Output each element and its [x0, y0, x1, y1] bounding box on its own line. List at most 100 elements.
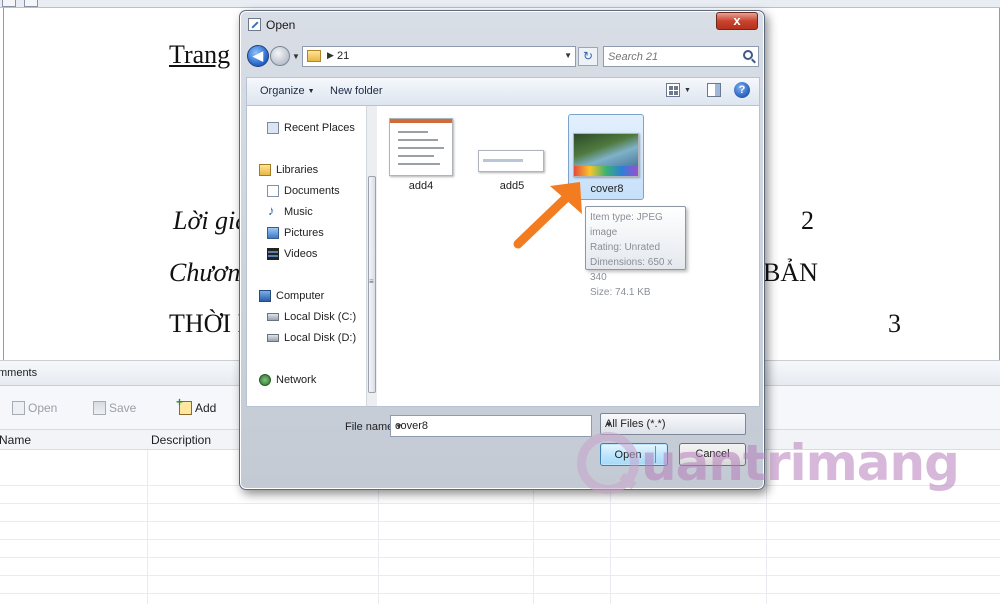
toolbar-icon[interactable] — [24, 0, 38, 7]
help-icon[interactable]: ? — [734, 82, 750, 98]
nav-item-label: Pictures — [284, 227, 324, 239]
watermark-text: uantrimang — [641, 434, 960, 492]
nav-item-label: Videos — [284, 248, 318, 260]
nav-item-documents[interactable]: Documents — [267, 183, 340, 199]
add-attachment-button[interactable]: Add — [176, 395, 217, 417]
nav-item-network[interactable]: Network — [259, 372, 316, 388]
breadcrumb-current-folder[interactable]: 21 — [337, 50, 349, 62]
document-icon — [12, 401, 25, 415]
watermark-q-icon — [577, 432, 639, 494]
toolbar-icon[interactable] — [2, 0, 16, 7]
open-dialog-icon — [248, 18, 261, 31]
network-icon — [259, 374, 271, 386]
scrollbar-thumb[interactable] — [368, 176, 376, 393]
organize-label: Organize — [260, 85, 305, 97]
search-box[interactable] — [603, 46, 759, 67]
table-row[interactable] — [0, 504, 1000, 522]
nav-item-label: Libraries — [276, 164, 319, 176]
nav-item-label: Recent Places — [284, 122, 355, 134]
file-thumbnail — [389, 118, 453, 176]
save-attachment-button[interactable]: Save — [93, 399, 136, 417]
add-attachment-label: Add — [195, 401, 217, 415]
tooltip-dimensions: Dimensions: 650 x 340 — [590, 257, 673, 283]
column-header-name[interactable]: Name — [0, 433, 31, 447]
close-button[interactable]: x — [716, 12, 758, 30]
nav-item-music[interactable]: Music — [267, 203, 313, 220]
file-thumbnail — [573, 133, 639, 177]
nav-item-label: Music — [284, 206, 313, 218]
nav-item-label: Computer — [276, 290, 325, 302]
file-list: add4 add5 cover8 — [377, 105, 760, 407]
address-bar[interactable]: ▶ 21 ▼ — [302, 46, 576, 67]
back-button[interactable]: ◀ — [247, 45, 269, 67]
dialog-title: Open — [266, 18, 296, 32]
page-margin-line — [3, 8, 4, 360]
document-top-bar — [0, 0, 1000, 8]
search-icon[interactable] — [743, 50, 753, 60]
computer-icon — [259, 290, 271, 302]
table-row[interactable] — [0, 558, 1000, 576]
chevron-down-icon: ▼ — [605, 420, 613, 429]
table-row[interactable] — [0, 522, 1000, 540]
nav-item-local-disk-c[interactable]: Local Disk (C:) — [267, 309, 356, 325]
search-input[interactable] — [608, 49, 738, 64]
file-name-label: File name: — [345, 421, 397, 433]
new-folder-button[interactable]: New folder — [330, 85, 383, 97]
nav-item-videos[interactable]: Videos — [267, 246, 317, 262]
recent-places-icon — [267, 122, 279, 134]
file-type-select[interactable]: All Files (*.*) ▼ — [600, 413, 746, 435]
tooltip-rating: Rating: Unrated — [590, 242, 661, 253]
file-item-add4[interactable]: add4 — [383, 112, 459, 198]
open-file-dialog: Open x ◀ ▼ ▶ 21 ▼ ↻ Organize▼ New folder… — [239, 10, 765, 490]
command-bar: Organize ▼ New folder ▼ ? — [246, 77, 760, 105]
document-line: Lời giả — [173, 206, 249, 235]
document-page-number: 2 — [801, 206, 814, 235]
column-header-description[interactable]: Description — [151, 433, 211, 447]
open-attachment-button[interactable]: Open — [12, 399, 57, 417]
table-row[interactable] — [0, 540, 1000, 558]
preview-pane-icon[interactable] — [707, 83, 721, 97]
panel-title: mments — [0, 367, 38, 379]
dialog-title-bar[interactable]: Open x — [240, 11, 764, 37]
navigation-scrollbar[interactable] — [366, 105, 377, 407]
forward-button[interactable] — [270, 46, 290, 66]
hard-drive-icon — [267, 313, 279, 321]
nav-item-label: Network — [276, 374, 317, 386]
music-icon — [267, 203, 279, 218]
document-title: Trang — [169, 40, 231, 69]
videos-icon — [267, 248, 279, 260]
nav-item-computer[interactable]: Computer — [259, 288, 324, 304]
nav-item-label: Local Disk (C:) — [284, 311, 357, 323]
hard-drive-icon — [267, 334, 279, 342]
chevron-down-icon[interactable]: ▼ — [395, 422, 587, 431]
save-icon — [93, 401, 106, 415]
nav-item-label: Local Disk (D:) — [284, 332, 357, 344]
navigation-pane: Recent Places Libraries Documents Music … — [246, 105, 366, 407]
address-row: ◀ ▼ ▶ 21 ▼ ↻ — [246, 44, 760, 70]
file-name: add4 — [408, 180, 434, 192]
nav-item-recent-places[interactable]: Recent Places — [267, 120, 355, 136]
tooltip-size: Size: 74.1 KB — [590, 287, 651, 298]
organize-menu[interactable]: Organize ▼ — [260, 85, 315, 97]
view-options-dropdown[interactable]: ▼ — [684, 87, 691, 94]
pictures-icon — [267, 227, 279, 239]
file-thumbnail — [478, 150, 544, 172]
nav-item-label: Documents — [284, 185, 340, 197]
folder-icon — [307, 50, 321, 62]
libraries-icon — [259, 164, 271, 176]
file-name-input[interactable]: cover8 ▼ — [390, 415, 592, 437]
breadcrumb-chevron-icon[interactable]: ▶ — [327, 50, 334, 61]
column-divider — [147, 450, 148, 604]
chevron-down-icon: ▼ — [307, 88, 315, 95]
nav-item-local-disk-d[interactable]: Local Disk (D:) — [267, 330, 356, 346]
nav-item-libraries[interactable]: Libraries — [259, 162, 318, 178]
file-info-tooltip: Item type: JPEG image Rating: Unrated Di… — [585, 206, 686, 298]
nav-item-pictures[interactable]: Pictures — [267, 225, 324, 241]
table-row[interactable] — [0, 576, 1000, 594]
refresh-button[interactable]: ↻ — [578, 47, 598, 66]
document-line-end: BẢN — [763, 258, 818, 287]
change-view-icon[interactable] — [666, 83, 680, 97]
recent-locations-dropdown[interactable]: ▼ — [292, 52, 300, 61]
address-dropdown-icon[interactable]: ▼ — [564, 51, 572, 60]
add-file-icon — [176, 395, 192, 415]
